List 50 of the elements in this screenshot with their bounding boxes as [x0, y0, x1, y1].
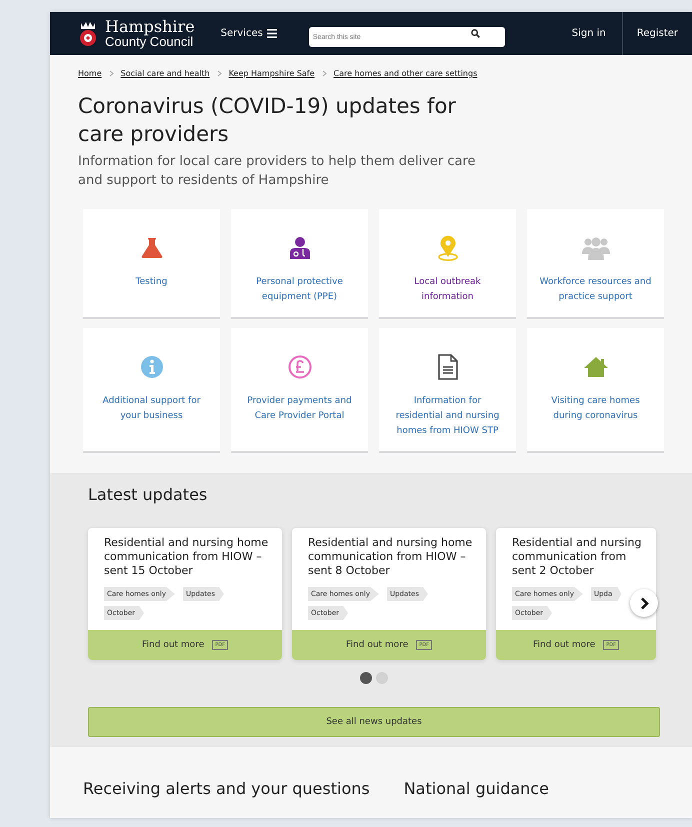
chevron-icon — [216, 70, 222, 77]
update-title[interactable]: Residential and nursing communication from sent 2 October — [512, 536, 644, 578]
carousel-dot[interactable] — [360, 672, 372, 684]
topic-tile[interactable]: Additional support for your business — [83, 328, 220, 451]
location-pin-icon — [436, 235, 458, 261]
logo-subtext[interactable]: County Council — [105, 35, 195, 48]
tile-label[interactable]: Additional support for your business — [96, 394, 208, 424]
topic-tile[interactable]: Testing — [83, 209, 220, 317]
topic-tile[interactable]: Visiting care homes during coronavirus — [527, 328, 664, 451]
people-icon — [582, 236, 610, 260]
tile-label[interactable]: Testing — [136, 275, 168, 290]
topic-tile[interactable]: Local outbreak information — [379, 209, 516, 317]
breadcrumb-link[interactable]: Keep Hampshire Safe — [228, 69, 315, 78]
topic-tile[interactable]: Information for residential and nursing homes from HIOW STP — [379, 328, 516, 451]
section-heading: Receiving alerts and your questions — [83, 779, 370, 798]
topic-tile[interactable]: Provider payments and Care Provider Portal — [231, 328, 368, 451]
tile-label[interactable]: Provider payments and Care Provider Portal — [244, 394, 356, 424]
topic-tile[interactable]: Personal protective equipment (PPE) — [231, 209, 368, 317]
update-title[interactable]: Residential and nursing home communication from HIOW – sent 8 October — [308, 536, 474, 578]
info-icon — [140, 355, 164, 379]
services-menu-button[interactable]: Services — [218, 26, 279, 41]
page-title: Coronavirus (COVID-19) updates for care providers — [78, 93, 457, 148]
see-all-news-button[interactable]: See all news updates — [88, 707, 660, 737]
topic-tile[interactable]: Workforce resources and practice support — [527, 209, 664, 317]
house-icon — [582, 356, 608, 378]
breadcrumb-link[interactable]: Care homes and other care settings — [334, 69, 478, 78]
page-subtitle: Information for local care providers to help them deliver care and support to residents of Hampshire — [78, 153, 477, 190]
flask-icon — [140, 236, 164, 260]
chevron-right-icon — [640, 596, 648, 610]
tile-label[interactable]: Information for residential and nursing homes from HIOW STP — [392, 394, 504, 439]
chevron-icon — [108, 70, 114, 77]
tile-label[interactable]: Visiting care homes during coronavirus — [540, 394, 652, 424]
document-icon — [438, 354, 458, 380]
section-heading: National guidance — [404, 779, 549, 798]
update-title[interactable]: Residential and nursing home communication from HIOW – sent 15 October — [104, 536, 270, 578]
search-icon — [470, 28, 480, 38]
register-link[interactable]: Register — [622, 12, 692, 55]
crest-icon — [78, 20, 98, 46]
logo-text[interactable]: Hampshire — [105, 19, 195, 35]
section-heading: Latest updates — [88, 485, 208, 504]
sign-in-link[interactable]: Sign in — [556, 12, 622, 55]
doctor-icon — [288, 236, 310, 260]
chevron-icon — [322, 70, 327, 77]
breadcrumb-link[interactable]: Home — [78, 69, 102, 78]
pound-coin-icon — [288, 355, 312, 379]
tile-label[interactable]: Personal protective equipment (PPE) — [244, 275, 356, 305]
menu-icon — [266, 29, 277, 38]
tile-label[interactable]: Workforce resources and practice support — [540, 275, 652, 305]
tile-label[interactable]: Local outbreak information — [392, 275, 504, 305]
breadcrumb-link[interactable]: Social care and health — [120, 69, 210, 78]
